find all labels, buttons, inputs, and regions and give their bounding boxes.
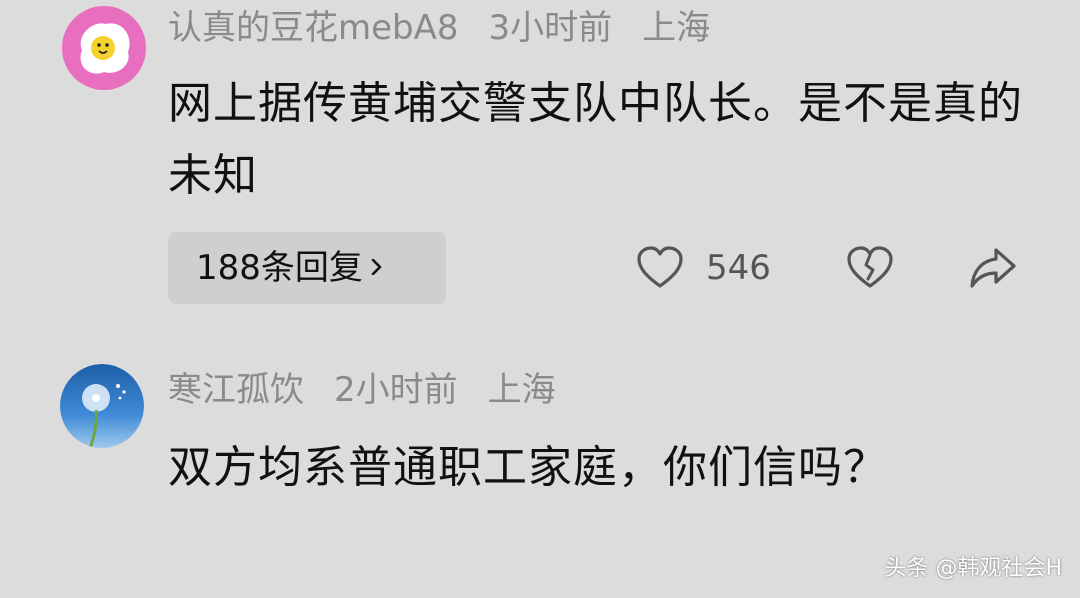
dislike-button[interactable] <box>846 232 894 304</box>
comment-meta: 寒江孤饮 2小时前 上海 <box>168 368 556 412</box>
location: 上海 <box>642 8 711 48</box>
location: 上海 <box>487 370 556 410</box>
replies-label: 188条回复 <box>196 248 363 288</box>
comment-item: 认真的豆花mebA8 3小时前 上海 网上据传黄埔交警支队中队长。是不是真的未知 1… <box>0 6 1080 306</box>
username[interactable]: 认真的豆花mebA8 <box>168 8 459 48</box>
like-count: 546 <box>706 248 771 288</box>
comment-meta: 认真的豆花mebA8 3小时前 上海 <box>168 6 710 50</box>
share-arrow-icon <box>970 248 1016 288</box>
avatar[interactable] <box>60 364 144 448</box>
chevron-right-icon <box>371 259 382 275</box>
timestamp: 2小时前 <box>334 370 458 410</box>
avatar-egg-image <box>62 6 146 90</box>
username[interactable]: 寒江孤饮 <box>168 370 304 410</box>
broken-heart-icon <box>847 246 893 288</box>
like-button[interactable]: 546 <box>636 232 771 304</box>
avatar[interactable] <box>62 6 146 90</box>
watermark: 头条 @韩观社会H <box>884 556 1062 581</box>
share-button[interactable] <box>968 232 1018 304</box>
heart-icon <box>637 246 683 288</box>
timestamp: 3小时前 <box>488 8 613 48</box>
avatar-dandelion-image <box>60 364 144 448</box>
view-replies-button[interactable]: 188条回复 <box>168 232 446 304</box>
comment-text: 网上据传黄埔交警支队中队长。是不是真的未知 <box>168 78 1023 201</box>
comment-text: 双方均系普通职工家庭，你们信吗？ <box>168 442 888 493</box>
